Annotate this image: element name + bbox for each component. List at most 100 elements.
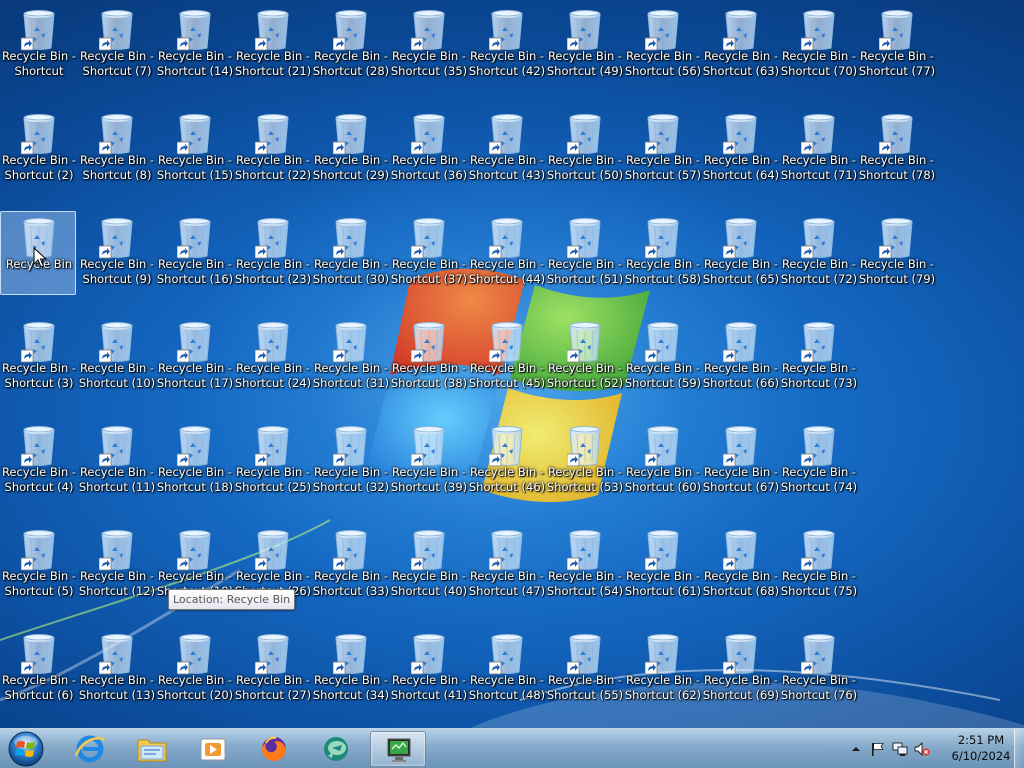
desktop-icon-recycle-bin-shortcut[interactable]: Recycle Bin - Shortcut (63) (702, 3, 779, 87)
volume-muted-icon[interactable] (914, 741, 930, 757)
desktop-icon-recycle-bin-shortcut[interactable]: Recycle Bin - Shortcut (65) (702, 211, 779, 295)
desktop-icon-recycle-bin-shortcut[interactable]: Recycle Bin - Shortcut (55) (546, 627, 623, 711)
desktop-icon-recycle-bin-shortcut[interactable]: Recycle Bin - Shortcut (73) (780, 315, 857, 399)
action-center-flag-icon[interactable] (870, 741, 886, 757)
desktop-icon-recycle-bin-shortcut[interactable]: Recycle Bin - Shortcut (59) (624, 315, 701, 399)
desktop-icon-recycle-bin-shortcut[interactable]: Recycle Bin - Shortcut (29) (312, 107, 389, 191)
desktop-icon-label: Recycle Bin - Shortcut (62) (623, 673, 703, 703)
desktop-icon-recycle-bin-shortcut[interactable]: Recycle Bin - Shortcut (14) (156, 3, 233, 87)
desktop-icon-recycle-bin-shortcut[interactable]: Recycle Bin - Shortcut (8) (78, 107, 154, 191)
desktop-icon-label-line1: Recycle Bin - (235, 153, 311, 167)
desktop-icon-recycle-bin-shortcut[interactable]: Recycle Bin - Shortcut (43) (468, 107, 545, 191)
show-hidden-icons-arrow-icon[interactable] (848, 741, 864, 757)
desktop-icon-recycle-bin-shortcut[interactable]: Recycle Bin - Shortcut (45) (468, 315, 545, 399)
desktop-icon-recycle-bin-shortcut[interactable]: Recycle Bin - Shortcut (71) (780, 107, 857, 191)
desktop-icon-recycle-bin-shortcut[interactable]: Recycle Bin - Shortcut (37) (390, 211, 467, 295)
desktop-icon-recycle-bin-shortcut[interactable]: Recycle Bin - Shortcut (78) (858, 107, 935, 191)
desktop-icon-recycle-bin-shortcut[interactable]: Recycle Bin - Shortcut (53) (546, 419, 623, 503)
taskbar-app-teal[interactable] (308, 731, 364, 767)
desktop-icon-recycle-bin-shortcut[interactable]: Recycle Bin - Shortcut (27) (233, 627, 313, 711)
desktop-icon-label-line1: Recycle Bin - (625, 465, 701, 479)
desktop-icon-recycle-bin-shortcut[interactable]: Recycle Bin - Shortcut (11) (78, 419, 155, 503)
desktop-icon-recycle-bin-shortcut[interactable]: Recycle Bin - Shortcut (3) (0, 315, 76, 399)
recycle-bin-icon (255, 114, 289, 155)
desktop-icon-recycle-bin-shortcut[interactable]: Recycle Bin - Shortcut (5) (0, 523, 76, 607)
desktop-icon-recycle-bin-shortcut[interactable]: Recycle Bin - Shortcut (64) (702, 107, 779, 191)
desktop-icon-recycle-bin-shortcut[interactable]: Recycle Bin - Shortcut (6) (0, 627, 76, 711)
desktop-icon-recycle-bin-shortcut[interactable]: Recycle Bin - Shortcut (35) (390, 3, 467, 87)
desktop-icon-recycle-bin-shortcut[interactable]: Recycle Bin - Shortcut (9) (78, 211, 154, 295)
desktop-icon-recycle-bin-shortcut[interactable]: Recycle Bin - Shortcut (75) (780, 523, 857, 607)
desktop-icon-recycle-bin-shortcut[interactable]: Recycle Bin - Shortcut (47) (468, 523, 545, 607)
desktop-icon-recycle-bin-shortcut[interactable]: Recycle Bin - Shortcut (10) (78, 315, 155, 399)
desktop-icon-recycle-bin-shortcut[interactable]: Recycle Bin - Shortcut (50) (546, 107, 623, 191)
desktop-icon-recycle-bin-shortcut[interactable]: Recycle Bin - Shortcut (41) (390, 627, 467, 711)
desktop-icon-recycle-bin-shortcut[interactable]: Recycle Bin - Shortcut (39) (390, 419, 467, 503)
desktop-icon-recycle-bin-shortcut[interactable]: Recycle Bin - Shortcut (15) (156, 107, 233, 191)
desktop-icon-label-line1: Recycle Bin - (859, 257, 935, 271)
desktop-icon-recycle-bin-shortcut[interactable]: Recycle Bin - Shortcut (49) (546, 3, 623, 87)
desktop-icon-recycle-bin-shortcut[interactable]: Recycle Bin - Shortcut (40) (390, 523, 467, 607)
desktop-icon-recycle-bin-shortcut[interactable]: Recycle Bin - Shortcut (22) (234, 107, 311, 191)
desktop-icon-recycle-bin-shortcut[interactable]: Recycle Bin - Shortcut (24) (234, 315, 311, 399)
desktop-icon-label-line2: Shortcut (4) (4, 480, 74, 494)
desktop-icon-recycle-bin-shortcut[interactable]: Recycle Bin - Shortcut (51) (546, 211, 623, 295)
desktop-icon-recycle-bin-shortcut[interactable]: Recycle Bin - Shortcut (18) (156, 419, 233, 503)
desktop-icon-recycle-bin-shortcut[interactable]: Recycle Bin - Shortcut (72) (779, 211, 859, 295)
desktop-icon-recycle-bin-shortcut[interactable]: Recycle Bin - Shortcut (44) (468, 211, 545, 295)
desktop-icon-recycle-bin-shortcut[interactable]: Recycle Bin - Shortcut (76) (780, 627, 857, 711)
desktop-icon-recycle-bin-shortcut[interactable]: Recycle Bin - Shortcut (67) (702, 419, 779, 503)
desktop-icon-recycle-bin-shortcut[interactable]: Recycle Bin - Shortcut (66) (702, 315, 779, 399)
taskbar-clock[interactable]: 2:51 PM 6/10/2024 (950, 732, 1012, 764)
desktop-icon-recycle-bin-shortcut[interactable]: Recycle Bin - Shortcut (17) (156, 315, 233, 399)
desktop-icon-recycle-bin-shortcut[interactable]: Recycle Bin - Shortcut (16) (156, 211, 233, 295)
desktop-icon-label: Recycle Bin - Shortcut (13) (77, 673, 157, 703)
desktop-icon-recycle-bin-shortcut[interactable]: Recycle Bin - Shortcut (32) (312, 419, 389, 503)
desktop-icon-recycle-bin-shortcut[interactable]: Recycle Bin - Shortcut (69) (702, 627, 779, 711)
desktop-icon-recycle-bin-shortcut[interactable]: Recycle Bin - Shortcut (31) (312, 315, 389, 399)
desktop-icon-recycle-bin-shortcut[interactable]: Recycle Bin - Shortcut (34) (312, 627, 389, 711)
show-desktop-button[interactable] (1014, 729, 1024, 768)
taskbar-remote-app[interactable] (370, 731, 426, 767)
desktop-icon-recycle-bin-shortcut[interactable]: Recycle Bin - Shortcut (2) (0, 107, 76, 191)
desktop-icon-recycle-bin-shortcut[interactable]: Recycle Bin - Shortcut (38) (390, 315, 467, 399)
desktop-icon-recycle-bin-shortcut[interactable]: Recycle Bin - Shortcut (30) (312, 211, 389, 295)
desktop-icon-recycle-bin-shortcut[interactable]: Recycle Bin - Shortcut (28) (312, 3, 389, 87)
desktop-icon-recycle-bin-shortcut[interactable]: Recycle Bin - Shortcut (12) (78, 523, 155, 607)
desktop-icon-recycle-bin-shortcut[interactable]: Recycle Bin - Shortcut (42) (468, 3, 545, 87)
desktop-icon-recycle-bin-shortcut[interactable]: Recycle Bin - Shortcut (25) (234, 419, 311, 503)
desktop-icon-label: Recycle Bin - Shortcut (72) (779, 257, 859, 287)
desktop-icon-recycle-bin-shortcut[interactable]: Recycle Bin - Shortcut (61) (624, 523, 701, 607)
desktop-icon-recycle-bin-shortcut[interactable]: Recycle Bin - Shortcut (74) (780, 419, 857, 503)
desktop[interactable]: Recycle Bin - Shortcut Recycle Bin - Shortc… (0, 0, 1024, 768)
taskbar-internet-explorer[interactable] (62, 731, 118, 767)
desktop-icon-recycle-bin-shortcut[interactable]: Recycle Bin - Shortcut (60) (624, 419, 701, 503)
desktop-icon-recycle-bin-shortcut[interactable]: Recycle Bin - Shortcut (20) (156, 627, 233, 711)
desktop-icon-label: Recycle Bin - Shortcut (27) (233, 673, 313, 703)
desktop-icon-recycle-bin-shortcut[interactable]: Recycle Bin - Shortcut (23) (234, 211, 311, 295)
desktop-icon-recycle-bin-shortcut[interactable]: Recycle Bin - Shortcut (70) (780, 3, 857, 87)
taskbar-windows-explorer[interactable] (124, 731, 180, 767)
desktop-icon-recycle-bin-shortcut[interactable]: Recycle Bin - Shortcut (21) (234, 3, 311, 87)
desktop-icon-recycle-bin-shortcut[interactable]: Recycle Bin - Shortcut (57) (624, 107, 701, 191)
desktop-icon-recycle-bin-shortcut[interactable]: Recycle Bin - Shortcut (7) (78, 3, 154, 87)
windows-start-orb-icon[interactable] (5, 730, 47, 768)
taskbar-media-player[interactable] (185, 731, 241, 767)
desktop-icon-recycle-bin-shortcut[interactable]: Recycle Bin - Shortcut (36) (390, 107, 467, 191)
desktop-icon-recycle-bin-shortcut[interactable]: Recycle Bin - Shortcut (58) (624, 211, 701, 295)
desktop-icon-recycle-bin-shortcut[interactable]: Recycle Bin - Shortcut (79) (858, 211, 935, 295)
taskbar-firefox[interactable] (246, 731, 302, 767)
desktop-icon-recycle-bin-shortcut[interactable]: Recycle Bin - Shortcut (4) (0, 419, 76, 503)
desktop-icon-recycle-bin-shortcut[interactable]: Recycle Bin - Shortcut (56) (624, 3, 701, 87)
desktop-icon-recycle-bin-shortcut[interactable]: Recycle Bin - Shortcut (62) (623, 627, 703, 711)
desktop-icon-recycle-bin-shortcut[interactable]: Recycle Bin - Shortcut (48) (468, 627, 545, 711)
desktop-icon-recycle-bin-shortcut[interactable]: Recycle Bin - Shortcut (13) (77, 627, 157, 711)
desktop-icon-recycle-bin-shortcut[interactable]: Recycle Bin - Shortcut (46) (468, 419, 545, 503)
desktop-icon-recycle-bin-shortcut[interactable]: Recycle Bin - Shortcut (52) (546, 315, 623, 399)
desktop-icon-recycle-bin-shortcut[interactable]: Recycle Bin - Shortcut (68) (702, 523, 779, 607)
desktop-icon-recycle-bin-shortcut[interactable]: Recycle Bin - Shortcut (0, 3, 76, 87)
desktop-icon-recycle-bin-shortcut[interactable]: Recycle Bin - Shortcut (33) (312, 523, 389, 607)
desktop-icon-recycle-bin-shortcut[interactable]: Recycle Bin - Shortcut (77) (858, 3, 935, 87)
desktop-icon-recycle-bin-shortcut[interactable]: Recycle Bin - Shortcut (54) (546, 523, 623, 607)
network-icon[interactable] (892, 741, 908, 757)
